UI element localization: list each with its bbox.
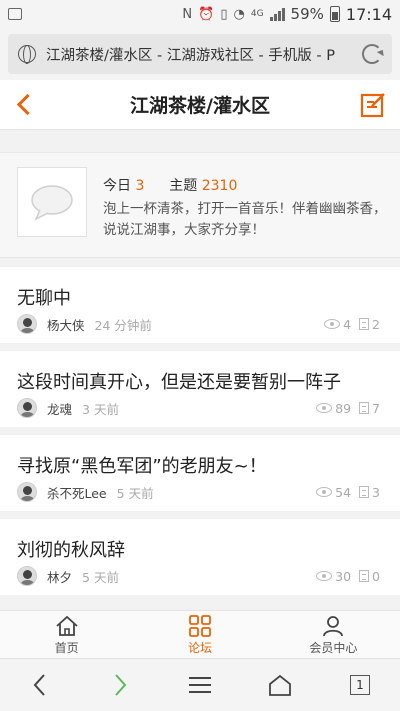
globe-icon: [18, 45, 36, 64]
chat-bubble-icon: [31, 185, 73, 221]
nav-item-home[interactable]: 首页: [0, 611, 133, 658]
address-field[interactable]: 江湖茶楼/灌水区 - 江湖游戏社区 - 手机版 - P: [8, 34, 392, 74]
wifi-icon: ◔: [233, 6, 245, 22]
battery-percent: 59%: [290, 5, 324, 23]
nav-label: 会员中心: [309, 641, 358, 655]
thread-author[interactable]: 杨大侠: [47, 315, 85, 334]
browser-forward-button[interactable]: [100, 665, 140, 705]
home-icon: [56, 615, 78, 636]
browser-home-button[interactable]: [260, 665, 300, 705]
thread-title[interactable]: 刘彻的秋风辞: [17, 536, 125, 562]
thread-time: 3 天前: [82, 401, 119, 417]
thread-title[interactable]: 无聊中: [17, 284, 71, 310]
page-title: 江湖茶楼/灌水区: [130, 95, 270, 117]
views-icon: [316, 403, 333, 413]
avatar[interactable]: [17, 482, 37, 502]
replies-icon: [359, 318, 370, 330]
compose-icon: [360, 93, 385, 118]
signal-icon: [269, 7, 285, 21]
today-count: 3: [135, 178, 145, 194]
chevron-right-icon: [115, 674, 127, 696]
avatar[interactable]: [17, 314, 37, 334]
forum-icon: [17, 167, 87, 237]
url-text[interactable]: 江湖茶楼/灌水区 - 江湖游戏社区 - 手机版 - P: [46, 44, 352, 65]
forum-stats: 今日 3 主题 2310: [103, 175, 237, 195]
thread-item[interactable]: 刘彻的秋风辞 林夕 5 天前 30 0: [0, 519, 400, 603]
back-button[interactable]: [12, 92, 38, 118]
thread-title[interactable]: 这段时间真开心，但是还是要暂别一阵子: [17, 368, 341, 394]
browser-tabs-button[interactable]: 1: [340, 665, 380, 705]
thread-item[interactable]: 寻找原“黑色军团”的老朋友~！ 杀不死Lee 5 天前 54 3: [0, 435, 400, 519]
thread-time: 5 天前: [116, 485, 154, 501]
alarm-icon: ⏰: [198, 6, 215, 22]
browser-toolbar: 1: [0, 658, 400, 711]
views-icon: [316, 487, 333, 497]
thread-list: 无聊中 杨大侠 24 分钟前 4 2 这段时间真开心，但是还是要暂别一阵子 龙魂…: [0, 267, 400, 603]
reload-icon[interactable]: [362, 44, 382, 64]
clock: 17:14: [345, 4, 392, 24]
topics-label: 主题: [169, 178, 198, 194]
replies-icon: [359, 570, 370, 582]
browser-url-bar: 江湖茶楼/灌水区 - 江湖游戏社区 - 手机版 - P: [0, 28, 400, 80]
replies-icon: [359, 402, 370, 414]
thread-author[interactable]: 杀不死Lee: [47, 483, 107, 502]
thread-author[interactable]: 林夕: [47, 567, 72, 586]
view-count: 30: [335, 568, 352, 584]
vibrate-icon: ▯: [220, 6, 228, 22]
avatar[interactable]: [17, 398, 37, 418]
nav-item-member-center[interactable]: 会员中心: [267, 611, 400, 658]
bottom-nav: 首页 论坛 会员中心: [0, 610, 400, 658]
thread-item[interactable]: 这段时间真开心，但是还是要暂别一阵子 龙魂 3 天前 89 7: [0, 351, 400, 435]
topics-count: 2310: [201, 178, 238, 194]
nav-label: 论坛: [187, 641, 212, 655]
view-count: 89: [335, 400, 352, 416]
menu-icon: [189, 677, 211, 693]
gallery-notification-icon: [8, 8, 22, 20]
thread-time: 24 分钟前: [94, 317, 152, 333]
today-label: 今日: [103, 178, 131, 194]
nav-label: 首页: [54, 641, 79, 655]
avatar[interactable]: [17, 566, 37, 586]
thread-title[interactable]: 寻找原“黑色军团”的老朋友~！: [17, 452, 267, 478]
forum-description: 泡上一杯清茶，打开一首音乐！伴着幽幽茶香，说说江湖事，大家齐分享！: [103, 201, 387, 238]
new-post-button[interactable]: [360, 92, 386, 118]
reply-count: 0: [372, 568, 380, 584]
thread-item[interactable]: 无聊中 杨大侠 24 分钟前 4 2: [0, 267, 400, 351]
browser-back-button[interactable]: [20, 665, 60, 705]
browser-menu-button[interactable]: [180, 665, 220, 705]
nfc-icon: N: [182, 6, 193, 22]
forum-info-panel: 今日 3 主题 2310 泡上一杯清茶，打开一首音乐！伴着幽幽茶香，说说江湖事，…: [0, 152, 400, 258]
thread-author[interactable]: 龙魂: [47, 399, 72, 418]
thread-time: 5 天前: [82, 569, 119, 585]
views-icon: [324, 319, 341, 329]
page-header: 江湖茶楼/灌水区: [0, 80, 400, 130]
replies-icon: [359, 486, 370, 498]
grid-icon: [189, 615, 211, 637]
user-icon: [323, 616, 344, 637]
view-count: 54: [335, 484, 352, 500]
views-icon: [316, 571, 333, 581]
status-bar: N ⏰ ▯ ◔ 4G 59% 17:14: [0, 0, 400, 28]
network-type: 4G: [250, 9, 264, 19]
tab-count: 1: [350, 675, 370, 695]
reply-count: 2: [372, 316, 380, 332]
home-outline-icon: [269, 674, 291, 696]
nav-item-forum[interactable]: 论坛: [133, 611, 266, 658]
reply-count: 7: [372, 400, 380, 416]
battery-icon: [329, 6, 340, 22]
chevron-left-icon: [33, 674, 45, 696]
reply-count: 3: [372, 484, 380, 500]
view-count: 4: [343, 316, 352, 332]
